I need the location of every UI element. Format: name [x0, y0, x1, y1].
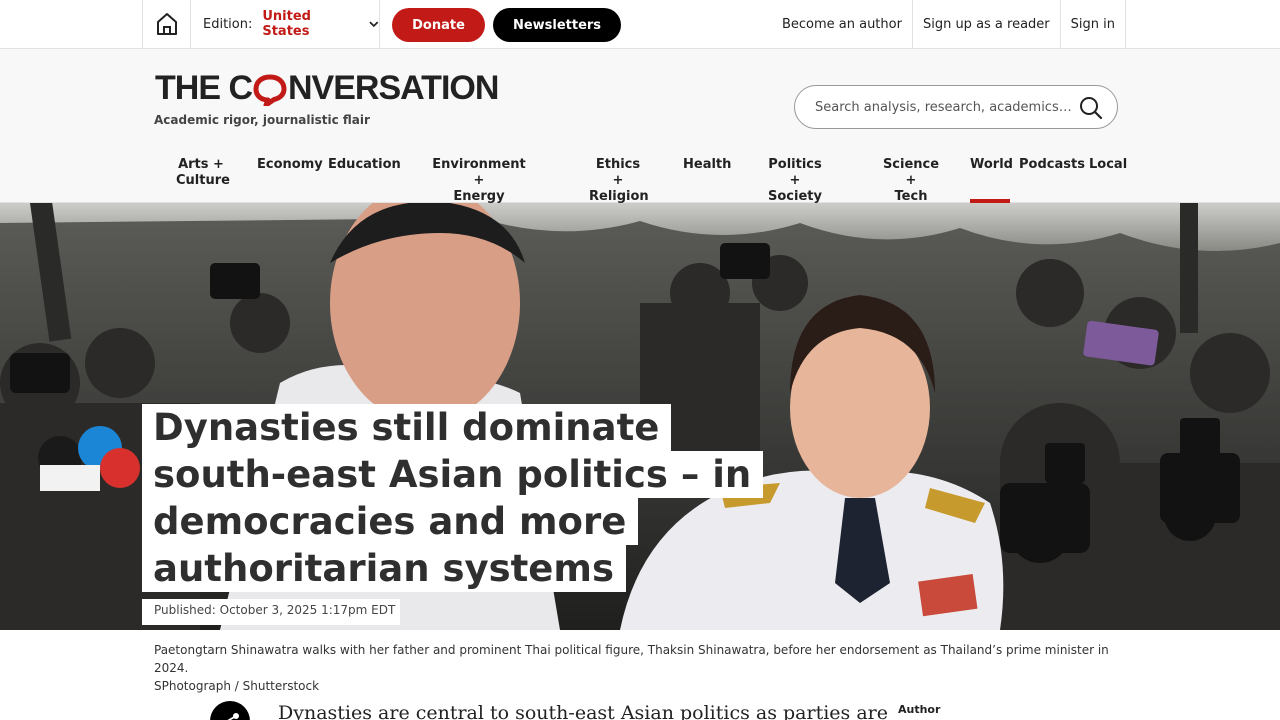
sign-in-link[interactable]: Sign in	[1061, 0, 1126, 48]
tagline: Academic rigor, journalistic flair	[154, 113, 370, 127]
published-date: Published: October 3, 2025 1:17pm EDT	[142, 599, 400, 625]
nav-label: Culture	[176, 173, 230, 188]
sign-up-reader-link[interactable]: Sign up as a reader	[913, 0, 1061, 48]
edition-selector[interactable]: Edition: United States	[191, 0, 380, 48]
headline-line-3: democracies and more	[142, 498, 639, 545]
nav-world[interactable]: World	[970, 157, 1013, 204]
headline-line-2: south-east Asian politics – in	[142, 451, 764, 498]
chevron-down-icon	[369, 20, 379, 27]
nav-label: Podcasts	[1019, 157, 1085, 172]
nav-label: Environment +	[432, 157, 526, 188]
share-icon	[227, 713, 239, 720]
search-input[interactable]	[815, 99, 1073, 115]
nav-label: Health	[683, 157, 732, 172]
headline-line-4: authoritarian systems	[142, 545, 626, 592]
nav-podcasts[interactable]: Podcasts	[1019, 157, 1085, 203]
nav-health[interactable]: Health	[683, 157, 732, 203]
logo-text-left: THE C	[155, 69, 253, 107]
top-utility-bar: Edition: United States Donate Newsletter…	[0, 0, 1280, 49]
masthead: THE C NVERSATION Academic rigor, journal…	[0, 49, 1280, 204]
search-icon[interactable]	[1079, 96, 1103, 120]
nav-label: Local	[1089, 157, 1128, 172]
photo-credit: SPhotograph / Shutterstock	[154, 679, 320, 693]
newsletters-button[interactable]: Newsletters	[493, 8, 621, 42]
edition-label: Edition:	[203, 16, 253, 32]
nav-label: Ethics +	[595, 157, 641, 188]
nav-ethics-religion[interactable]: Ethics + Religion	[589, 157, 649, 204]
nav-label: Economy	[257, 157, 323, 172]
share-button[interactable]	[210, 701, 250, 720]
nav-arts-culture[interactable]: Arts + Culture	[176, 157, 230, 203]
nav-politics-society[interactable]: Politics + Society	[762, 157, 828, 204]
author-label: Author	[898, 703, 941, 716]
logo-text-right: NVERSATION	[288, 69, 499, 107]
nav-local[interactable]: Local	[1089, 157, 1127, 203]
edition-value: United States	[262, 9, 311, 39]
speech-bubble-logo-icon	[253, 74, 287, 107]
nav-education[interactable]: Education	[328, 157, 401, 203]
nav-label: Politics +	[768, 157, 822, 188]
site-logo[interactable]: THE C NVERSATION	[155, 69, 499, 108]
search-box	[794, 85, 1118, 129]
section-nav: Arts + Culture Economy Education Environ…	[0, 157, 1280, 204]
nav-label: World	[970, 157, 1013, 172]
become-author-link[interactable]: Become an author	[782, 0, 913, 48]
nav-science-tech[interactable]: Science + Tech	[877, 157, 945, 204]
caption-text: Paetongtarn Shinawatra walks with her fa…	[154, 643, 1109, 675]
home-link[interactable]	[142, 0, 191, 48]
home-icon	[156, 13, 177, 35]
photo-caption: Paetongtarn Shinawatra walks with her fa…	[154, 641, 1134, 695]
nav-label: Education	[328, 157, 401, 172]
nav-environment-energy[interactable]: Environment + Energy	[428, 157, 530, 204]
nav-label: Arts +	[178, 157, 224, 172]
nav-label: Science +	[882, 157, 940, 188]
headline-line-1: Dynasties still dominate	[142, 404, 672, 451]
donate-button[interactable]: Donate	[392, 8, 485, 42]
article-lede: Dynasties are central to south-east Asia…	[278, 702, 888, 720]
nav-economy[interactable]: Economy	[257, 157, 323, 203]
account-links: Become an author Sign up as a reader Sig…	[782, 0, 1126, 48]
